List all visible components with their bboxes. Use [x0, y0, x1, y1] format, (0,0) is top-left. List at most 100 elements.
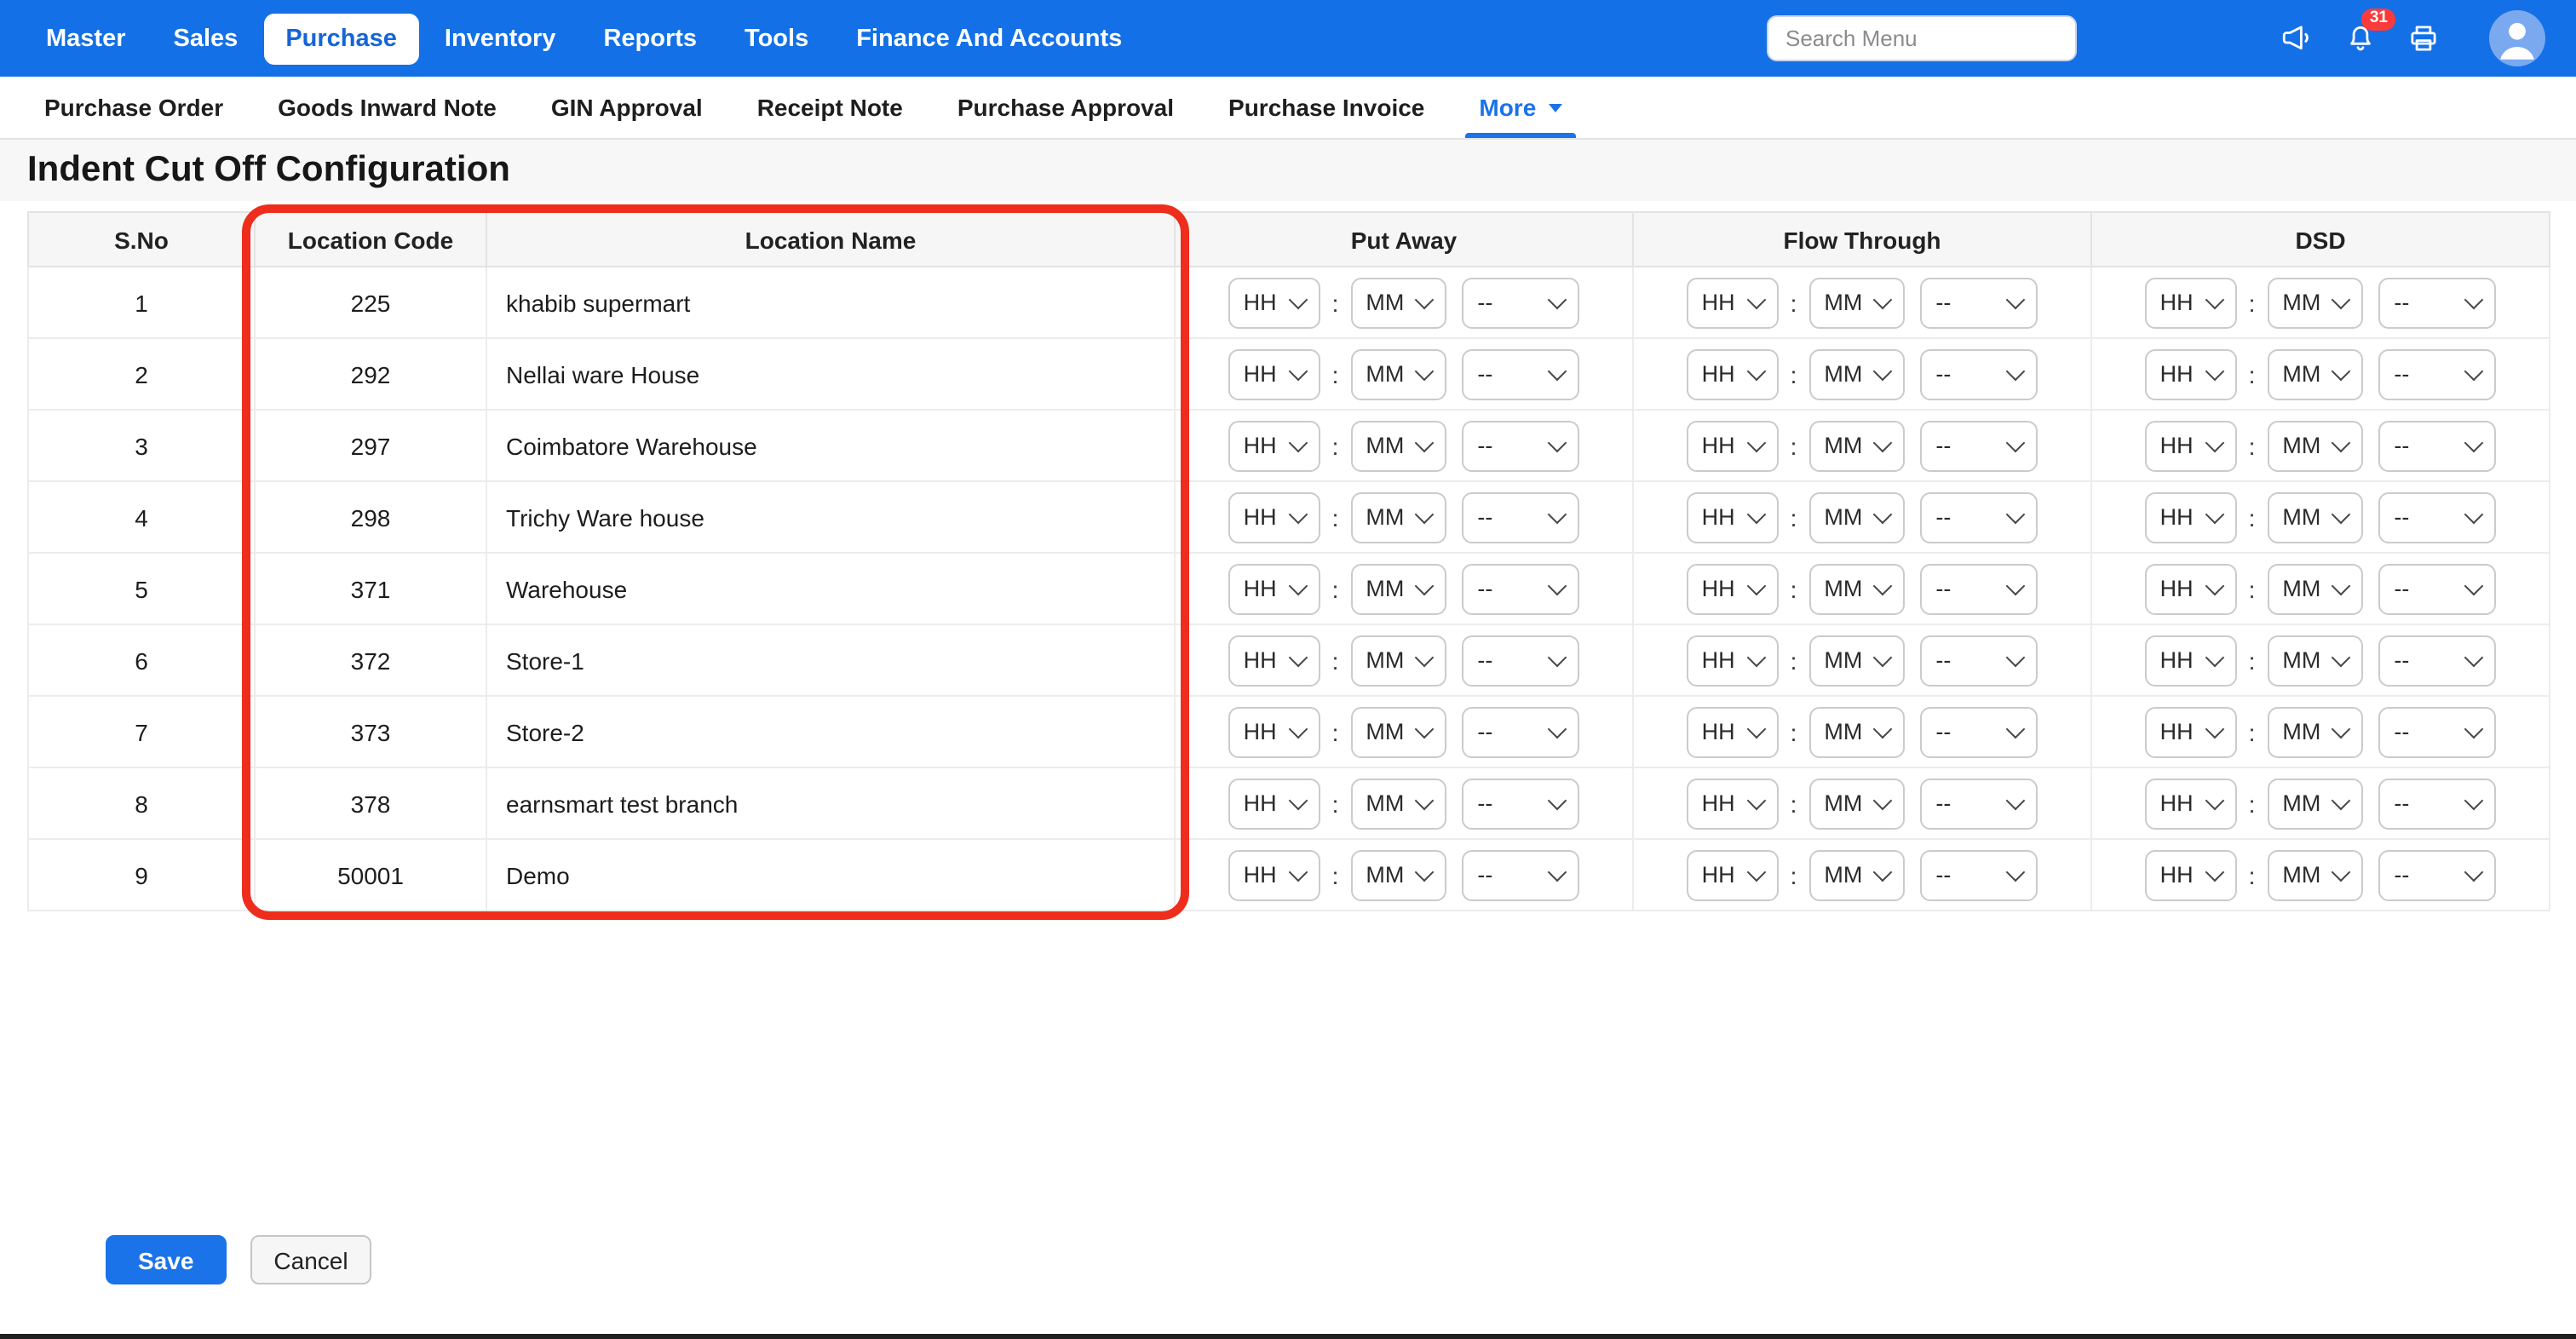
dsd-ampm-select[interactable]: --	[2378, 849, 2496, 900]
putaway-ampm-select[interactable]: --	[1462, 635, 1579, 686]
putaway-minute-select[interactable]: MM	[1350, 348, 1446, 399]
flowthrough-minute-select[interactable]: MM	[1808, 635, 1905, 686]
subnav-item-more[interactable]: More	[1452, 77, 1589, 138]
flowthrough-ampm-select[interactable]: --	[1920, 849, 2038, 900]
dsd-hour-select[interactable]: HH	[2145, 706, 2237, 757]
flowthrough-ampm-select[interactable]: --	[1920, 277, 2038, 328]
putaway-ampm-select[interactable]: --	[1462, 420, 1579, 471]
flowthrough-ampm-select[interactable]: --	[1920, 563, 2038, 614]
putaway-ampm-select[interactable]: --	[1462, 277, 1579, 328]
dsd-minute-select[interactable]: MM	[2267, 420, 2363, 471]
dsd-minute-select[interactable]: MM	[2267, 277, 2363, 328]
flowthrough-minute-select[interactable]: MM	[1808, 778, 1905, 829]
putaway-hour-select[interactable]: HH	[1228, 348, 1320, 399]
flowthrough-ampm-select[interactable]: --	[1920, 348, 2038, 399]
flowthrough-ampm-select[interactable]: --	[1920, 635, 2038, 686]
notifications-icon[interactable]: 31	[2341, 20, 2378, 57]
dsd-minute-select[interactable]: MM	[2267, 849, 2363, 900]
dsd-minute-select[interactable]: MM	[2267, 491, 2363, 543]
topnav-item-inventory[interactable]: Inventory	[423, 13, 578, 64]
putaway-hour-select[interactable]: HH	[1228, 849, 1320, 900]
dsd-hour-select[interactable]: HH	[2145, 563, 2237, 614]
dsd-hour-select[interactable]: HH	[2145, 348, 2237, 399]
subnav-item-purchase-invoice[interactable]: Purchase Invoice	[1201, 77, 1452, 138]
flowthrough-hour-select[interactable]: HH	[1687, 563, 1779, 614]
subnav-item-receipt-note[interactable]: Receipt Note	[730, 77, 930, 138]
dsd-ampm-select[interactable]: --	[2378, 277, 2496, 328]
topnav-item-reports[interactable]: Reports	[581, 13, 719, 64]
putaway-hour-select[interactable]: HH	[1228, 420, 1320, 471]
avatar[interactable]	[2489, 10, 2545, 66]
flowthrough-minute-select[interactable]: MM	[1808, 277, 1905, 328]
cancel-button[interactable]: Cancel	[250, 1235, 371, 1284]
topnav-item-sales[interactable]: Sales	[152, 13, 261, 64]
dsd-hour-select[interactable]: HH	[2145, 277, 2237, 328]
topnav-item-purchase[interactable]: Purchase	[263, 13, 419, 64]
flowthrough-minute-select[interactable]: MM	[1808, 563, 1905, 614]
flowthrough-hour-select[interactable]: HH	[1687, 849, 1779, 900]
flowthrough-hour-select[interactable]: HH	[1687, 635, 1779, 686]
flowthrough-minute-select[interactable]: MM	[1808, 348, 1905, 399]
flowthrough-hour-select[interactable]: HH	[1687, 778, 1779, 829]
putaway-ampm-select[interactable]: --	[1462, 849, 1579, 900]
dsd-minute-select[interactable]: MM	[2267, 563, 2363, 614]
dsd-ampm-select[interactable]: --	[2378, 635, 2496, 686]
announcement-icon[interactable]	[2278, 20, 2315, 57]
dsd-minute-select[interactable]: MM	[2267, 635, 2363, 686]
subnav-item-purchase-order[interactable]: Purchase Order	[17, 77, 250, 138]
flowthrough-hour-select[interactable]: HH	[1687, 491, 1779, 543]
flowthrough-ampm-select[interactable]: --	[1920, 491, 2038, 543]
putaway-hour-select[interactable]: HH	[1228, 491, 1320, 543]
search-input[interactable]	[1767, 15, 2077, 61]
dsd-ampm-select[interactable]: --	[2378, 563, 2496, 614]
flowthrough-hour-select[interactable]: HH	[1687, 706, 1779, 757]
putaway-minute-select[interactable]: MM	[1350, 563, 1446, 614]
subnav-item-gin-approval[interactable]: GIN Approval	[524, 77, 730, 138]
subnav-item-purchase-approval[interactable]: Purchase Approval	[930, 77, 1201, 138]
dsd-hour-select[interactable]: HH	[2145, 420, 2237, 471]
putaway-minute-select[interactable]: MM	[1350, 277, 1446, 328]
dsd-hour-select[interactable]: HH	[2145, 635, 2237, 686]
flowthrough-ampm-select[interactable]: --	[1920, 778, 2038, 829]
putaway-ampm-select[interactable]: --	[1462, 348, 1579, 399]
topnav-item-finance-and-accounts[interactable]: Finance And Accounts	[834, 13, 1144, 64]
putaway-minute-select[interactable]: MM	[1350, 778, 1446, 829]
flowthrough-hour-select[interactable]: HH	[1687, 420, 1779, 471]
dsd-ampm-select[interactable]: --	[2378, 706, 2496, 757]
putaway-ampm-select[interactable]: --	[1462, 491, 1579, 543]
dsd-minute-select[interactable]: MM	[2267, 778, 2363, 829]
putaway-ampm-select[interactable]: --	[1462, 563, 1579, 614]
putaway-minute-select[interactable]: MM	[1350, 706, 1446, 757]
putaway-hour-select[interactable]: HH	[1228, 706, 1320, 757]
flowthrough-minute-select[interactable]: MM	[1808, 420, 1905, 471]
dsd-minute-select[interactable]: MM	[2267, 348, 2363, 399]
flowthrough-minute-select[interactable]: MM	[1808, 849, 1905, 900]
dsd-ampm-select[interactable]: --	[2378, 778, 2496, 829]
flowthrough-minute-select[interactable]: MM	[1808, 491, 1905, 543]
flowthrough-ampm-select[interactable]: --	[1920, 706, 2038, 757]
dsd-hour-select[interactable]: HH	[2145, 849, 2237, 900]
dsd-ampm-select[interactable]: --	[2378, 420, 2496, 471]
dsd-minute-select[interactable]: MM	[2267, 706, 2363, 757]
putaway-minute-select[interactable]: MM	[1350, 420, 1446, 471]
putaway-hour-select[interactable]: HH	[1228, 635, 1320, 686]
putaway-hour-select[interactable]: HH	[1228, 778, 1320, 829]
flowthrough-hour-select[interactable]: HH	[1687, 277, 1779, 328]
save-button[interactable]: Save	[106, 1235, 226, 1284]
print-icon[interactable]	[2404, 20, 2441, 57]
subnav-item-goods-inward-note[interactable]: Goods Inward Note	[250, 77, 524, 138]
putaway-hour-select[interactable]: HH	[1228, 277, 1320, 328]
putaway-ampm-select[interactable]: --	[1462, 778, 1579, 829]
flowthrough-hour-select[interactable]: HH	[1687, 348, 1779, 399]
putaway-minute-select[interactable]: MM	[1350, 491, 1446, 543]
dsd-ampm-select[interactable]: --	[2378, 348, 2496, 399]
putaway-minute-select[interactable]: MM	[1350, 635, 1446, 686]
topnav-item-tools[interactable]: Tools	[722, 13, 831, 64]
topnav-item-master[interactable]: Master	[24, 13, 148, 64]
dsd-hour-select[interactable]: HH	[2145, 778, 2237, 829]
dsd-hour-select[interactable]: HH	[2145, 491, 2237, 543]
flowthrough-minute-select[interactable]: MM	[1808, 706, 1905, 757]
putaway-ampm-select[interactable]: --	[1462, 706, 1579, 757]
putaway-minute-select[interactable]: MM	[1350, 849, 1446, 900]
dsd-ampm-select[interactable]: --	[2378, 491, 2496, 543]
